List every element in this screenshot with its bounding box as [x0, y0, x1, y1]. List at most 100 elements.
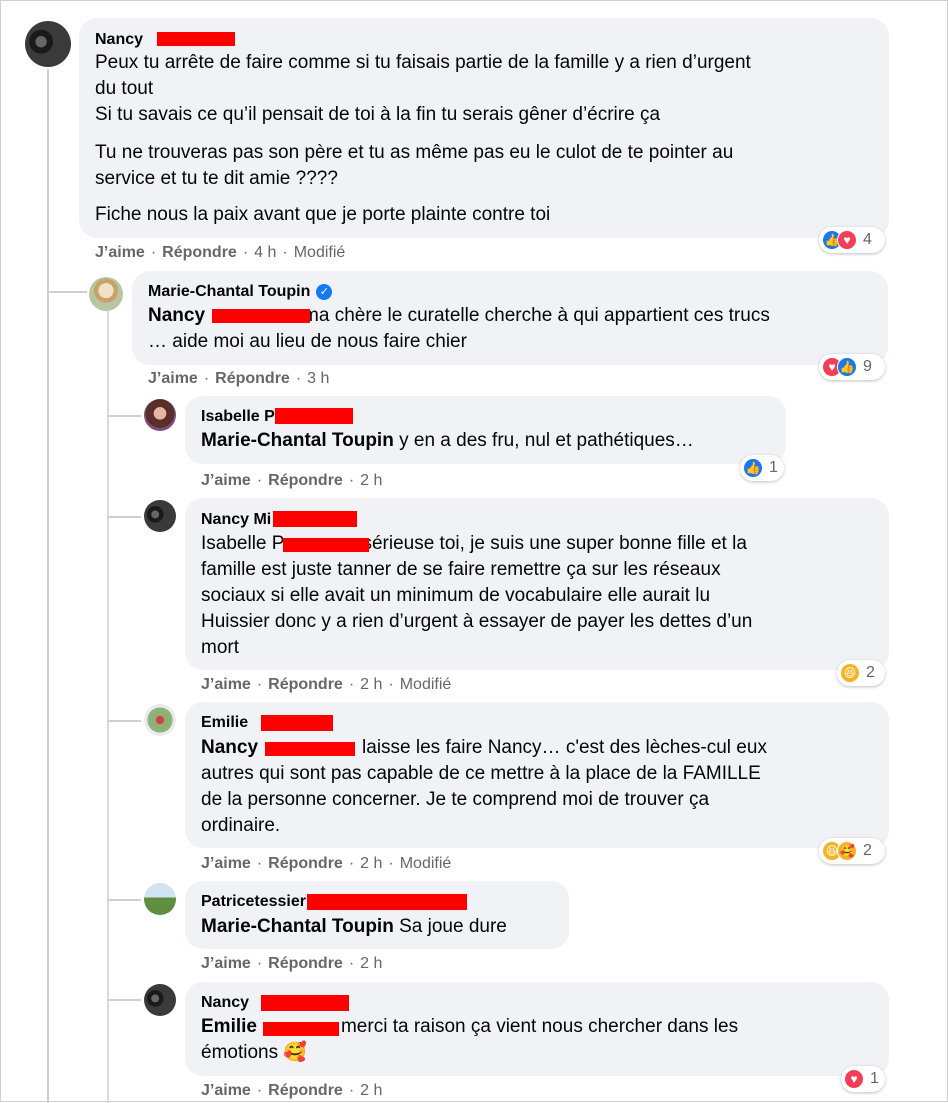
mention-link[interactable]: Marie-Chantal Toupin: [201, 430, 394, 451]
reply-button[interactable]: Répondre: [268, 676, 343, 693]
like-button[interactable]: J’aime: [201, 855, 251, 872]
comment-text-line: de la personne concerner. Je te comprend…: [201, 789, 710, 810]
comment-text-line: famille est juste tanner de se faire rem…: [201, 559, 721, 580]
redaction-bar: [157, 32, 235, 46]
comment-author[interactable]: Emilie: [201, 714, 248, 732]
timestamp[interactable]: 4 h: [254, 244, 276, 261]
reply-button[interactable]: Répondre: [268, 855, 343, 872]
love-icon: ♥: [837, 230, 857, 250]
reaction-count: 1: [769, 459, 778, 476]
comment-bubble: Marie-Chantal Toupin ✓ Nancy ma chère le c…: [132, 271, 888, 365]
reaction-summary[interactable]: 😆 2: [837, 660, 885, 686]
redaction-bar: [283, 538, 369, 552]
comment-text-line: mort: [201, 637, 239, 658]
avatar[interactable]: [144, 399, 176, 431]
comment-bubble: Isabelle P Marie-Chantal Toupin y en a d…: [185, 396, 786, 464]
timestamp[interactable]: 2 h: [360, 472, 382, 489]
comment-text-line: émotions 🥰: [201, 1042, 308, 1063]
comment-author[interactable]: Nancy: [201, 994, 249, 1012]
comment-text-line: Huissier donc y a rien d’urgent à essaye…: [201, 611, 753, 632]
reaction-summary[interactable]: 😆 🥰 2: [819, 838, 885, 864]
like-button[interactable]: J’aime: [148, 370, 198, 387]
mention-link[interactable]: Marie-Chantal Toupin: [201, 916, 394, 937]
like-icon: 👍: [743, 458, 763, 478]
comment-actions: J’aime · Répondre · 2 h: [201, 1082, 383, 1099]
mention-link[interactable]: Nancy: [201, 737, 258, 758]
comment-author[interactable]: Marie-Chantal Toupin ✓: [148, 283, 333, 301]
comment-text-line: Marie-Chantal Toupin Sa joue dure: [201, 916, 507, 937]
comment-text-line: sociaux si elle avait un minimum de voca…: [201, 585, 711, 606]
mention-link[interactable]: Emilie: [201, 1016, 257, 1037]
redaction-bar: [265, 742, 355, 756]
like-button[interactable]: J’aime: [201, 472, 251, 489]
reaction-count: 9: [863, 358, 872, 375]
comment-bubble: Nancy Peux tu arrête de faire comme si t…: [79, 18, 889, 238]
reply-connector: [107, 720, 141, 722]
redaction-bar: [212, 309, 310, 323]
comment-actions: J’aime · Répondre · 2 h · Modifié: [201, 676, 452, 693]
reply-button[interactable]: Répondre: [268, 472, 343, 489]
reaction-summary[interactable]: ♥ 1: [841, 1066, 885, 1092]
comment-actions: J’aime · Répondre · 3 h: [148, 370, 330, 387]
timestamp[interactable]: 2 h: [360, 676, 382, 693]
mention-link[interactable]: Nancy: [148, 305, 205, 326]
comment-actions: J’aime · Répondre · 2 h: [201, 955, 383, 972]
comment-text-line: Tu ne trouveras pas son père et tu as mê…: [95, 142, 734, 163]
comment-author[interactable]: Nancy: [95, 31, 143, 49]
comment-text-line: Fiche nous la paix avant que je porte pl…: [95, 204, 551, 225]
haha-icon: 😆: [840, 663, 860, 683]
reaction-count: 1: [870, 1070, 879, 1087]
comment-bubble: Nancy Emilie merci ta raison ça vient nou…: [185, 982, 889, 1076]
avatar[interactable]: [144, 704, 176, 736]
avatar[interactable]: [89, 277, 123, 311]
reply-connector: [107, 999, 141, 1001]
comment-text-line: service et tu te dit amie ????: [95, 168, 338, 189]
avatar[interactable]: [144, 883, 176, 915]
reply-connector: [107, 516, 141, 518]
redaction-bar: [275, 408, 353, 424]
redaction-bar: [307, 894, 467, 910]
comment-author[interactable]: Patricetessier: [201, 893, 306, 911]
timestamp[interactable]: 2 h: [360, 1082, 382, 1099]
reaction-count: 2: [866, 664, 875, 681]
reply-button[interactable]: Répondre: [268, 1082, 343, 1099]
like-button[interactable]: J’aime: [201, 1082, 251, 1099]
thread-line: [47, 69, 49, 1103]
comment-bubble: Nancy Mi Isabelle Psérieuse toi, je suis…: [185, 498, 889, 670]
verified-badge-icon: ✓: [316, 284, 333, 300]
like-button[interactable]: J’aime: [95, 244, 145, 261]
avatar[interactable]: [144, 984, 176, 1016]
comment-text-line: Si tu savais ce qu’il pensait de toi à l…: [95, 104, 661, 125]
reaction-summary[interactable]: ♥ 👍 9: [819, 354, 885, 380]
redaction-bar: [261, 715, 333, 731]
comment-author[interactable]: Nancy Mi: [201, 511, 271, 529]
like-button[interactable]: J’aime: [201, 955, 251, 972]
comment-actions: J’aime · Répondre · 4 h · Modifié: [95, 244, 346, 261]
like-button[interactable]: J’aime: [201, 676, 251, 693]
reaction-summary[interactable]: 👍 1: [740, 455, 784, 481]
comment-actions: J’aime · Répondre · 2 h · Modifié: [201, 855, 452, 872]
timestamp[interactable]: 2 h: [360, 955, 382, 972]
timestamp[interactable]: 2 h: [360, 855, 382, 872]
timestamp[interactable]: 3 h: [307, 370, 329, 387]
reaction-summary[interactable]: 👍 ♥ 4: [819, 227, 885, 253]
reply-button[interactable]: Répondre: [268, 955, 343, 972]
love-icon: ♥: [844, 1069, 864, 1089]
comment-text-line: du tout: [95, 78, 154, 99]
reply-connector: [47, 291, 87, 293]
redaction-bar: [273, 511, 357, 527]
reply-connector: [107, 899, 141, 901]
reply-button[interactable]: Répondre: [215, 370, 290, 387]
reaction-count: 4: [863, 231, 872, 248]
comment-author[interactable]: Isabelle P: [201, 408, 275, 426]
mention-link[interactable]: Isabelle P: [201, 533, 284, 554]
redaction-bar: [263, 1022, 339, 1036]
avatar[interactable]: [144, 500, 176, 532]
edited-label: Modifié: [399, 855, 452, 872]
reaction-count: 2: [863, 842, 872, 859]
comment-text-line: ordinaire.: [201, 815, 281, 836]
avatar[interactable]: [25, 21, 71, 67]
edited-label: Modifié: [293, 244, 346, 261]
comment-bubble: Patricetessier Marie-Chantal Toupin Sa j…: [185, 881, 569, 949]
reply-button[interactable]: Répondre: [162, 244, 237, 261]
